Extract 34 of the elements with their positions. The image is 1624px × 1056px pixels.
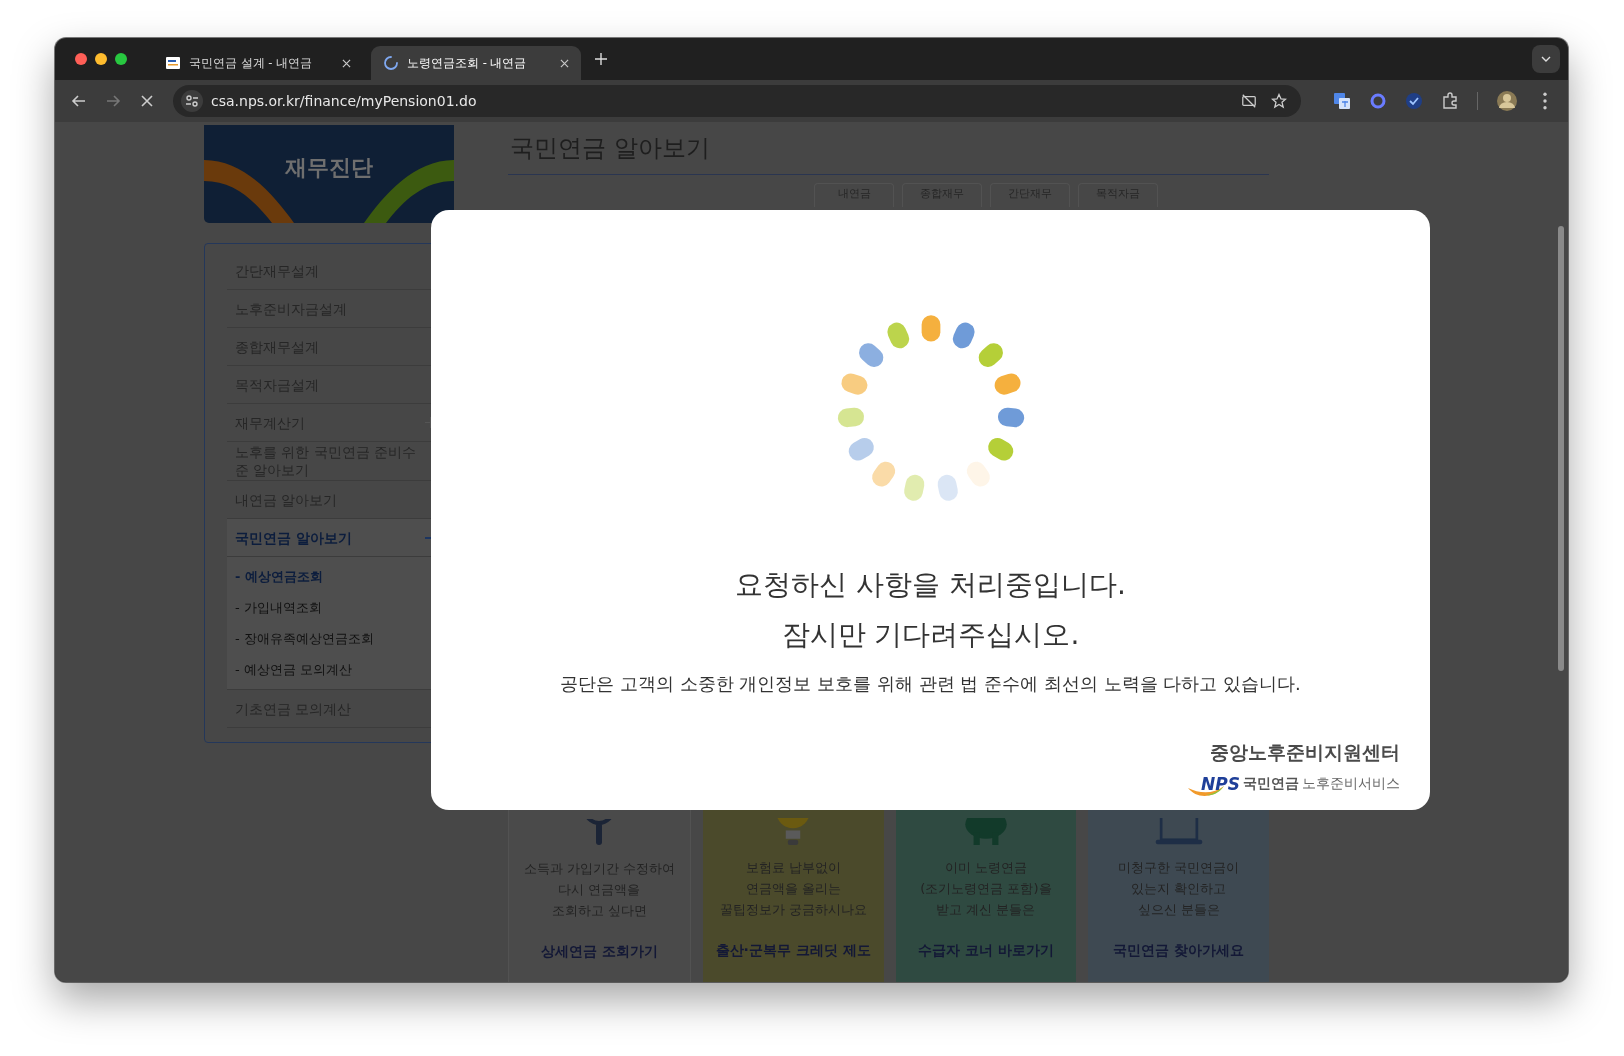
status-message: 요청하신 사항을 처리중입니다. — [735, 567, 1126, 603]
close-icon[interactable] — [342, 58, 351, 68]
puzzle-icon[interactable] — [1441, 92, 1459, 110]
logo-service: 노후준비서비스 — [1302, 775, 1400, 793]
favicon-icon — [165, 55, 181, 71]
browser-tab[interactable]: 노령연금조회 - 내연금 — [371, 46, 581, 80]
extension-icon[interactable] — [1369, 92, 1387, 110]
browser-tab[interactable]: 국민연금 설계 - 내연금 — [153, 46, 363, 80]
card-link[interactable]: 출산·군복무 크레딧 제도 — [715, 942, 871, 960]
minimize-window-button[interactable] — [95, 53, 107, 65]
forward-icon[interactable] — [105, 93, 121, 109]
new-tab-icon[interactable] — [595, 53, 607, 65]
tab-search-button[interactable] — [1532, 45, 1560, 73]
logo-title: 중앙노후준비지원센터 — [1210, 740, 1400, 765]
maximize-window-button[interactable] — [115, 53, 127, 65]
address-bar[interactable]: csa.nps.or.kr/finance/myPension01.do — [173, 85, 1301, 117]
banner-title: 재무진단 — [285, 154, 373, 182]
camera-off-icon[interactable] — [1241, 93, 1257, 109]
site-settings-icon[interactable] — [181, 90, 203, 112]
wait-message: 잠시만 기다려주십시오. — [781, 617, 1080, 653]
close-icon[interactable] — [560, 58, 569, 68]
close-window-button[interactable] — [75, 53, 87, 65]
translate-icon[interactable] — [1333, 92, 1351, 110]
checkmark-icon[interactable] — [1405, 92, 1423, 110]
loading-spinner-icon — [383, 55, 399, 71]
logo-brand: NPS — [1201, 774, 1240, 794]
profile-avatar-icon[interactable] — [1496, 90, 1518, 112]
bookmark-star-icon[interactable] — [1271, 93, 1287, 109]
chevron-down-icon — [1541, 56, 1551, 62]
stop-icon[interactable] — [139, 93, 155, 109]
logo-org: 국민연금 — [1243, 775, 1299, 793]
laptop-icon — [1153, 818, 1204, 846]
back-icon[interactable] — [71, 93, 87, 109]
privacy-notice: 공단은 고객의 소중한 개인정보 보호를 위해 관련 법 준수에 최선의 노력을 다하고 있습니다. — [560, 672, 1301, 696]
